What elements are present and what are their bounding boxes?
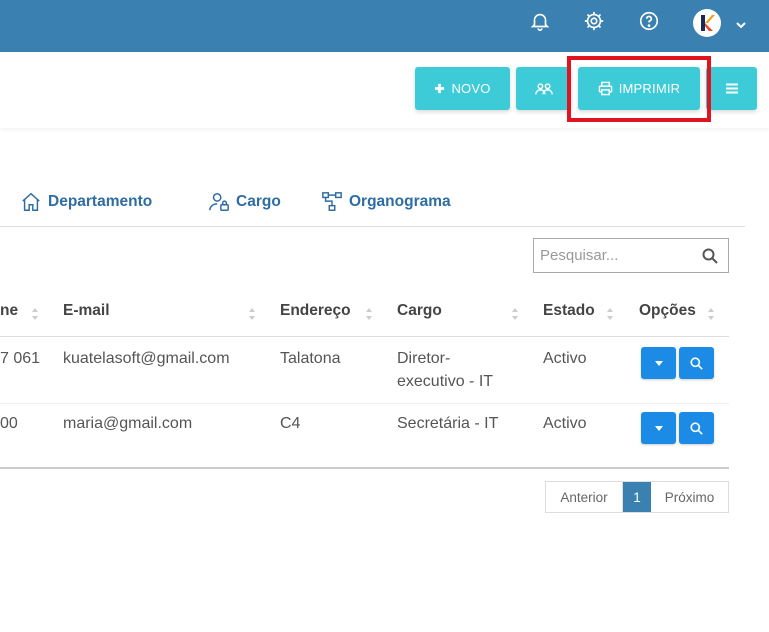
table-bottom-border: [0, 467, 729, 469]
chevron-down-icon[interactable]: [735, 16, 747, 29]
tabs-divider: [0, 226, 745, 227]
menu-button[interactable]: [706, 67, 757, 110]
new-button[interactable]: NOVO: [415, 67, 510, 110]
cell-estado: Activo: [543, 350, 587, 367]
search-input[interactable]: [534, 239, 694, 272]
column-header-endereco[interactable]: Endereço: [280, 302, 351, 326]
menu-icon: [725, 83, 738, 94]
bell-icon[interactable]: [529, 10, 551, 32]
search-icon: [690, 356, 703, 370]
row-divider: [0, 403, 729, 404]
search-icon: [690, 421, 703, 435]
cell-estado: Activo: [543, 415, 587, 432]
pagination-next[interactable]: Próximo: [651, 482, 728, 512]
tab-departamento[interactable]: Departamento: [20, 188, 152, 216]
sort-icon[interactable]: [248, 305, 256, 323]
pagination: Anterior 1 Próximo: [545, 481, 729, 513]
sort-icon[interactable]: [707, 305, 715, 323]
column-header-estado[interactable]: Estado: [543, 302, 595, 326]
plus-icon: [435, 83, 445, 94]
cell-phone: 7 061: [0, 350, 41, 367]
cell-address: C4: [280, 415, 301, 432]
column-header-email[interactable]: E-mail: [63, 302, 110, 326]
cell-cargo: Secretária - IT: [397, 415, 499, 432]
column-header-opcoes[interactable]: Opções: [639, 302, 696, 326]
cell-cargo: Diretor-: [397, 350, 451, 367]
tab-cargo-label: Cargo: [236, 193, 281, 210]
cell-email: kuatelasoft@gmail.com: [63, 350, 230, 367]
dropdown-button[interactable]: [641, 412, 676, 444]
print-highlight-box: [567, 56, 711, 122]
sort-icon[interactable]: [365, 305, 373, 323]
cell-phone: 00: [0, 415, 18, 432]
sort-icon[interactable]: [511, 305, 519, 323]
gear-icon[interactable]: [583, 10, 605, 32]
sort-icon[interactable]: [606, 305, 614, 323]
tab-organograma[interactable]: Organograma: [321, 188, 451, 216]
search-icon[interactable]: [702, 248, 718, 264]
pagination-previous[interactable]: Anterior: [546, 482, 623, 512]
dropdown-button[interactable]: [641, 347, 676, 379]
top-navbar: [0, 0, 769, 52]
tab-departamento-label: Departamento: [48, 193, 153, 210]
new-button-label: NOVO: [451, 81, 491, 96]
caret-down-icon: [654, 360, 663, 366]
user-lock-icon: [209, 193, 229, 211]
caret-down-icon: [654, 425, 663, 431]
cell-address: Talatona: [280, 350, 341, 367]
tab-cargo[interactable]: Cargo: [208, 188, 281, 216]
home-icon: [22, 192, 40, 211]
cell-cargo-line2: executivo - IT: [397, 373, 494, 390]
cell-email: maria@gmail.com: [63, 415, 193, 432]
sitemap-icon: [322, 192, 342, 211]
column-header-phone[interactable]: ne: [0, 302, 18, 326]
search-box: [533, 238, 729, 273]
sort-icon[interactable]: [31, 305, 39, 323]
pagination-page-current[interactable]: 1: [623, 482, 651, 512]
header-divider: [0, 336, 729, 337]
tab-organograma-label: Organograma: [349, 193, 451, 210]
avatar[interactable]: [693, 9, 721, 37]
users-icon: [534, 82, 553, 94]
help-icon[interactable]: [638, 10, 660, 32]
users-button[interactable]: [516, 67, 571, 110]
view-button[interactable]: [679, 347, 714, 379]
column-header-cargo[interactable]: Cargo: [397, 302, 442, 326]
view-button[interactable]: [679, 412, 714, 444]
